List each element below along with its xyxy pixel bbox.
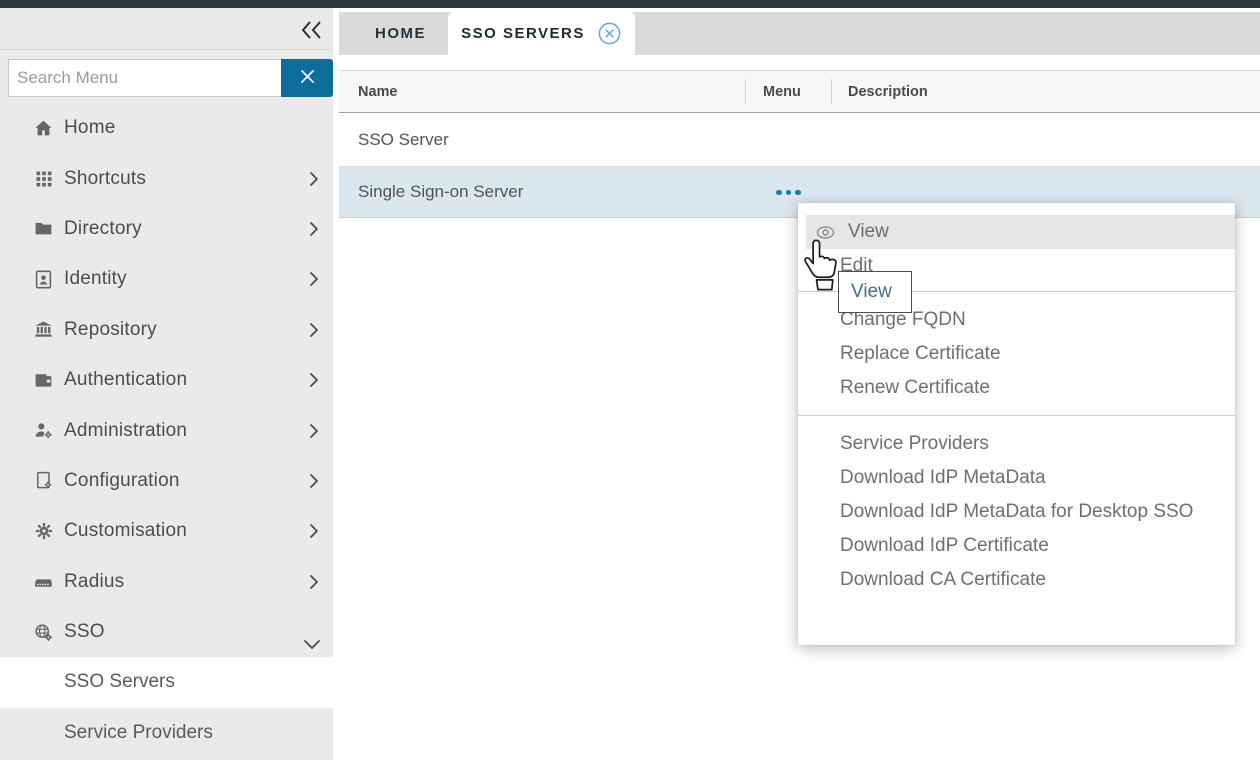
sidebar-item-service-providers[interactable]: Service Providers bbox=[0, 708, 333, 758]
search-input[interactable] bbox=[8, 59, 281, 97]
sidebar-header bbox=[0, 8, 333, 50]
id-card-icon bbox=[33, 269, 54, 290]
menu-item-label: Download IdP MetaData bbox=[840, 467, 1046, 489]
column-divider bbox=[831, 79, 832, 104]
collapse-sidebar-icon[interactable] bbox=[299, 20, 323, 45]
main-content: HOME SSO SERVERS Name Menu Description S… bbox=[339, 8, 1260, 760]
server-icon bbox=[33, 571, 54, 592]
folder-icon bbox=[33, 218, 54, 239]
sidebar-item-directory[interactable]: Directory bbox=[0, 204, 333, 254]
search-clear-button[interactable] bbox=[281, 59, 333, 97]
menu-separator bbox=[798, 415, 1235, 416]
sidebar-item-label: SSO bbox=[64, 621, 105, 643]
sidebar-item-home[interactable]: Home bbox=[0, 103, 333, 153]
sidebar-item-administration[interactable]: Administration bbox=[0, 405, 333, 455]
sidebar-item-customisation[interactable]: Customisation bbox=[0, 506, 333, 556]
sidebar-item-radius[interactable]: Radius bbox=[0, 557, 333, 607]
sidebar-item-label: Radius bbox=[64, 571, 124, 593]
chevron-right-icon bbox=[309, 523, 319, 545]
sidebar-item-shortcuts[interactable]: Shortcuts bbox=[0, 153, 333, 203]
menu-item-label: Download IdP MetaData for Desktop SSO bbox=[840, 501, 1193, 523]
menu-item-service-providers[interactable]: Service Providers bbox=[798, 427, 1235, 461]
sidebar-item-label: Shortcuts bbox=[64, 168, 146, 190]
sidebar-item-configuration[interactable]: Configuration bbox=[0, 456, 333, 506]
wallet-icon bbox=[33, 370, 54, 391]
top-bar bbox=[0, 0, 1260, 8]
tooltip: View bbox=[838, 271, 912, 313]
chevron-right-icon bbox=[309, 574, 319, 596]
row-name-cell: Single Sign-on Server bbox=[358, 182, 523, 202]
chevron-right-icon bbox=[309, 372, 319, 394]
user-gear-icon bbox=[33, 420, 54, 441]
sidebar-subitem-label: SSO Servers bbox=[64, 671, 175, 693]
menu-item-label: View bbox=[848, 221, 889, 243]
sidebar-item-label: Identity bbox=[64, 268, 127, 290]
table-row[interactable]: SSO Server bbox=[339, 114, 1260, 167]
gear-icon bbox=[33, 521, 54, 542]
chevron-right-icon bbox=[309, 171, 319, 193]
column-divider bbox=[745, 79, 746, 104]
menu-item-view[interactable]: View bbox=[806, 215, 1235, 249]
chevron-down-icon bbox=[303, 634, 321, 656]
sidebar: Home Shortcuts Directory bbox=[0, 8, 333, 760]
menu-item-download-ca-certificate[interactable]: Download CA Certificate bbox=[798, 563, 1235, 597]
sidebar-item-label: Directory bbox=[64, 218, 142, 240]
home-icon bbox=[33, 118, 54, 139]
document-gear-icon bbox=[33, 470, 54, 491]
tab-home[interactable]: HOME bbox=[353, 12, 448, 55]
column-header-name: Name bbox=[358, 71, 398, 112]
menu-item-label: Service Providers bbox=[840, 433, 989, 455]
sidebar-subitem-label: Service Providers bbox=[64, 722, 213, 744]
row-context-menu: View Edit Change FQDN Replace Certificat… bbox=[798, 203, 1235, 645]
chevron-right-icon bbox=[309, 322, 319, 344]
sidebar-item-label: Authentication bbox=[64, 369, 187, 391]
sidebar-item-label: Configuration bbox=[64, 470, 180, 492]
sidebar-item-label: Administration bbox=[64, 420, 187, 442]
chevron-right-icon bbox=[309, 473, 319, 495]
tooltip-text: View bbox=[851, 281, 892, 303]
column-header-description: Description bbox=[848, 71, 928, 112]
tab-bar: HOME SSO SERVERS bbox=[339, 12, 1260, 55]
table-header: Name Menu Description bbox=[339, 70, 1260, 113]
sidebar-item-identity[interactable]: Identity bbox=[0, 254, 333, 304]
chevron-right-icon bbox=[309, 221, 319, 243]
sidebar-item-label: Home bbox=[64, 117, 115, 139]
sidebar-item-label: Customisation bbox=[64, 520, 187, 542]
menu-item-renew-certificate[interactable]: Renew Certificate bbox=[798, 371, 1235, 405]
sidebar-item-sso[interactable]: SSO bbox=[0, 607, 333, 657]
menu-item-label: Download CA Certificate bbox=[840, 569, 1046, 591]
sidebar-item-sso-servers[interactable]: SSO Servers bbox=[0, 657, 333, 707]
globe-gear-icon bbox=[33, 622, 54, 643]
menu-item-replace-certificate[interactable]: Replace Certificate bbox=[798, 337, 1235, 371]
menu-item-label: Download IdP Certificate bbox=[840, 535, 1049, 557]
tab-label: SSO SERVERS bbox=[461, 25, 585, 42]
column-header-menu: Menu bbox=[763, 71, 801, 112]
sidebar-item-authentication[interactable]: Authentication bbox=[0, 355, 333, 405]
close-circle-icon[interactable] bbox=[597, 21, 622, 46]
menu-item-label: Replace Certificate bbox=[840, 343, 1001, 365]
tab-sso-servers[interactable]: SSO SERVERS bbox=[448, 12, 635, 55]
sidebar-nav: Home Shortcuts Directory bbox=[0, 103, 333, 758]
chevron-right-icon bbox=[309, 271, 319, 293]
sidebar-item-repository[interactable]: Repository bbox=[0, 305, 333, 355]
chevron-right-icon bbox=[309, 423, 319, 445]
menu-item-download-idp-metadata-desktop-sso[interactable]: Download IdP MetaData for Desktop SSO bbox=[798, 495, 1235, 529]
tab-label: HOME bbox=[375, 25, 426, 42]
bank-icon bbox=[33, 319, 54, 340]
close-icon bbox=[300, 69, 315, 87]
sidebar-item-label: Repository bbox=[64, 319, 157, 341]
row-name-cell: SSO Server bbox=[358, 130, 449, 150]
menu-item-label: Renew Certificate bbox=[840, 377, 990, 399]
search-menu bbox=[8, 59, 333, 97]
grid-icon bbox=[33, 168, 54, 189]
menu-item-download-idp-metadata[interactable]: Download IdP MetaData bbox=[798, 461, 1235, 495]
menu-item-download-idp-certificate[interactable]: Download IdP Certificate bbox=[798, 529, 1235, 563]
eye-icon bbox=[816, 225, 835, 240]
